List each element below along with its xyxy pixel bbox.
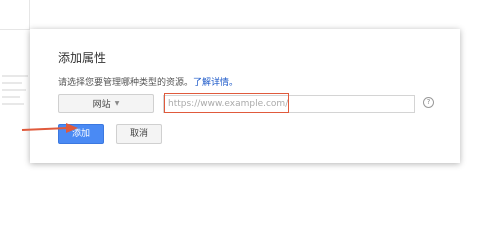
property-type-selected: 网站 [92,100,111,110]
background-page [0,0,30,30]
dialog-description: 请选择您要管理哪种类型的资源。了解详情。 [58,75,238,88]
learn-more-link[interactable]: 了解详情。 [193,78,238,88]
help-icon[interactable]: ? [423,97,434,108]
dialog-title: 添加属性 [58,51,107,65]
chevron-down-icon: ▼ [114,100,120,107]
add-property-dialog: 添加属性 请选择您要管理哪种类型的资源。了解详情。 网站 ▼ ? 添加 取消 [30,29,460,163]
background-page-lines [2,70,32,110]
arrow-annotation [21,123,78,133]
property-type-dropdown[interactable]: 网站 ▼ [58,94,154,113]
cancel-button[interactable]: 取消 [116,124,162,144]
description-text: 请选择您要管理哪种类型的资源。 [58,78,194,88]
url-input[interactable] [163,95,415,113]
